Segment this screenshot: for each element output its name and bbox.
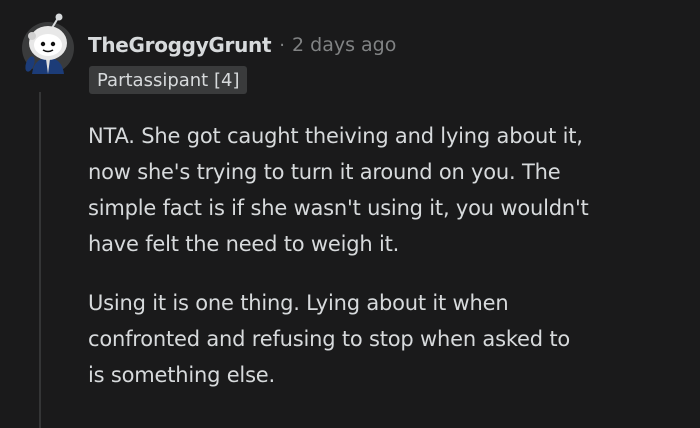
comment-text-line: NTA. She got caught theiving and lying a…	[88, 124, 583, 148]
comment-paragraph: NTA. She got caught theiving and lying a…	[88, 118, 688, 262]
comment-header: TheGroggyGrunt · 2 days ago	[88, 30, 396, 60]
comment-text-line: Using it is one thing. Lying about it wh…	[88, 291, 509, 315]
username-link[interactable]: TheGroggyGrunt	[88, 33, 272, 57]
comment-timestamp[interactable]: 2 days ago	[292, 34, 396, 56]
avatar[interactable]	[18, 12, 78, 82]
comment-body: NTA. She got caught theiving and lying a…	[88, 118, 688, 393]
comment-text-line: now she's trying to turn it around on yo…	[88, 160, 561, 184]
comment: TheGroggyGrunt · 2 days ago Partassipant…	[0, 0, 700, 428]
user-flair: Partassipant [4]	[89, 66, 248, 94]
snoo-avatar-icon	[22, 13, 74, 74]
thread-line[interactable]	[39, 92, 41, 428]
comment-text-line: is something else.	[88, 363, 275, 387]
comment-text-line: confronted and refusing to stop when ask…	[88, 327, 571, 351]
comment-paragraph: Using it is one thing. Lying about it wh…	[88, 285, 688, 393]
comment-text-line: have felt the need to weigh it.	[88, 232, 400, 256]
meta-separator: ·	[279, 34, 285, 56]
comment-text-line: simple fact is if she wasn't using it, y…	[88, 196, 589, 220]
